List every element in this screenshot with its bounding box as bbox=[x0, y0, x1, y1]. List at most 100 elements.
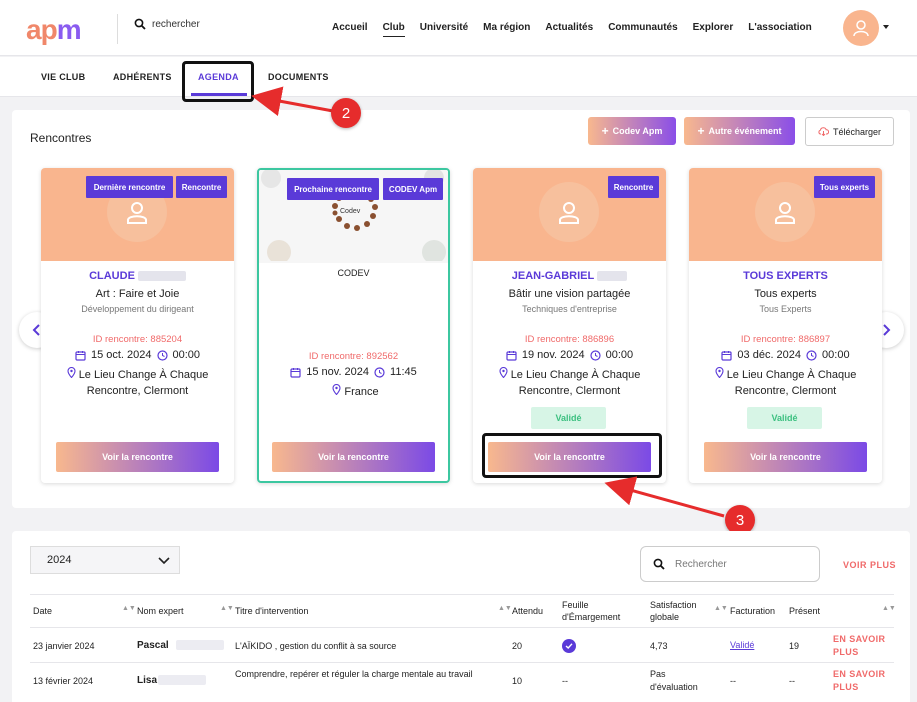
card-title: Bâtir une vision partagée bbox=[508, 288, 631, 300]
card-id: ID rencontre: 886896 bbox=[524, 334, 615, 345]
club-subtabs: VIE CLUB ADHÉRENTS AGENDA DOCUMENTS bbox=[0, 57, 917, 97]
tag-rencontre: Rencontre bbox=[608, 176, 659, 198]
apm-logo[interactable]: apm bbox=[26, 14, 82, 46]
location-pin-icon bbox=[332, 383, 341, 396]
rencontre-card[interactable]: Tous experts TOUS EXPERTS Tous experts T… bbox=[689, 168, 882, 483]
col-attendu[interactable]: Attendu bbox=[512, 605, 550, 617]
table-search-input[interactable]: Rechercher bbox=[640, 546, 820, 582]
cell-date: 23 janvier 2024 bbox=[33, 641, 95, 651]
nav-club[interactable]: Club bbox=[382, 22, 405, 37]
sort-icon[interactable]: ▲▼ bbox=[882, 605, 896, 612]
col-titre[interactable]: Titre d'intervention bbox=[235, 605, 308, 617]
autre-evenement-button[interactable]: + Autre événement bbox=[684, 117, 795, 145]
sort-icon[interactable]: ▲▼ bbox=[714, 605, 728, 612]
nav-ma-region[interactable]: Ma région bbox=[483, 22, 530, 37]
status-badge-valide: Validé bbox=[531, 407, 606, 429]
card-location: Le Lieu Change À Chaque Rencontre, Clerm… bbox=[699, 366, 872, 399]
tag-codev-apm: CODEV Apm bbox=[383, 178, 443, 200]
blurred-lastname bbox=[176, 640, 224, 650]
card-image: Tous experts bbox=[689, 168, 882, 261]
cell-present: 19 bbox=[789, 641, 800, 651]
clock-icon bbox=[374, 366, 385, 378]
header-search[interactable]: rechercher bbox=[134, 18, 200, 30]
col-facturation[interactable]: Facturation bbox=[730, 605, 775, 617]
location-pin-icon bbox=[715, 366, 724, 379]
card-location: Le Lieu Change À Chaque Rencontre, Clerm… bbox=[483, 366, 656, 399]
cell-titre: L'AÏKIDO , gestion du conflit à sa sourc… bbox=[235, 641, 397, 651]
card-image: Rencontre bbox=[473, 168, 666, 261]
cell-attendu: 20 bbox=[512, 641, 523, 651]
cell-present: -- bbox=[789, 676, 795, 686]
blurred-lastname bbox=[597, 271, 628, 282]
cell-expert: Pascal bbox=[137, 640, 169, 651]
card-id: ID rencontre: 885204 bbox=[92, 334, 183, 345]
card-expert-name: JEAN-GABRIEL bbox=[473, 270, 666, 282]
year-select[interactable]: 2024 bbox=[30, 546, 180, 574]
top-navigation-bar: apm rechercher Accueil Club Université M… bbox=[0, 0, 917, 56]
tab-adherents[interactable]: ADHÉRENTS bbox=[113, 72, 172, 82]
search-icon bbox=[653, 558, 665, 570]
nav-accueil[interactable]: Accueil bbox=[332, 22, 368, 37]
annotation-highlight-tab bbox=[182, 61, 254, 102]
card-datetime: 15 nov. 2024 11:45 bbox=[259, 366, 448, 378]
voir-plus-link[interactable]: VOIR PLUS bbox=[843, 560, 896, 570]
table-row[interactable]: 23 janvier 2024 Pascal L'AÏKIDO , gestio… bbox=[30, 629, 894, 663]
main-nav: Accueil Club Université Ma région Actual… bbox=[332, 22, 827, 37]
clock-icon bbox=[590, 349, 601, 361]
user-menu-caret-icon[interactable] bbox=[883, 25, 889, 29]
card-placeholder bbox=[539, 182, 599, 242]
card-location: France bbox=[269, 383, 442, 400]
col-present[interactable]: Présent bbox=[789, 605, 820, 617]
plus-icon: + bbox=[697, 124, 705, 138]
cell-expert: Lisa bbox=[137, 675, 158, 686]
codev-apm-button[interactable]: + Codev Apm bbox=[588, 117, 676, 145]
user-avatar[interactable] bbox=[843, 10, 879, 46]
rencontre-card-selected[interactable]: Codev Prochaine rencontre CODEV Apm CODE… bbox=[257, 168, 450, 483]
annotation-highlight-button bbox=[482, 433, 662, 478]
col-satisfaction[interactable]: Satisfaction globale bbox=[650, 599, 712, 623]
en-savoir-plus-link[interactable]: EN SAVOIR PLUS bbox=[833, 668, 891, 694]
col-nom-expert[interactable]: Nom expert bbox=[137, 605, 184, 617]
card-title: Tous experts bbox=[754, 288, 817, 300]
card-expert-name: TOUS EXPERTS bbox=[743, 270, 828, 282]
nav-actualites[interactable]: Actualités bbox=[545, 22, 593, 37]
tag-prochaine-rencontre: Prochaine rencontre bbox=[287, 178, 379, 200]
card-subtitle: Techniques d'entreprise bbox=[522, 304, 617, 314]
voir-rencontre-button[interactable]: Voir la rencontre bbox=[704, 442, 867, 472]
header-search-input[interactable]: rechercher bbox=[152, 19, 200, 30]
calendar-icon bbox=[721, 350, 733, 361]
card-title: CODEV bbox=[337, 268, 370, 278]
card-image-codev: Codev Prochaine rencontre CODEV Apm bbox=[259, 170, 448, 263]
cell-satisfaction: Pas d'évaluation bbox=[650, 669, 698, 692]
clock-icon bbox=[156, 349, 168, 361]
sort-icon[interactable]: ▲▼ bbox=[498, 605, 512, 612]
cell-facturation-link[interactable]: Validé bbox=[730, 639, 754, 652]
card-title: Art : Faire et Joie bbox=[95, 288, 180, 300]
header-divider bbox=[117, 14, 118, 44]
nav-universite[interactable]: Université bbox=[420, 22, 468, 37]
nav-association[interactable]: L'association bbox=[748, 22, 812, 37]
card-id: ID rencontre: 892562 bbox=[308, 351, 399, 362]
user-placeholder-icon bbox=[127, 202, 147, 224]
rencontre-card[interactable]: Dernière rencontre Rencontre CLAUDE Art … bbox=[41, 168, 234, 483]
card-location: Le Lieu Change À Chaque Rencontre, Clerm… bbox=[51, 366, 224, 399]
nav-communautes[interactable]: Communautés bbox=[608, 22, 677, 37]
sort-icon[interactable]: ▲▼ bbox=[220, 605, 234, 612]
table-row[interactable]: 13 février 2024 Lisa Comprendre, repérer… bbox=[30, 664, 894, 702]
sort-icon[interactable]: ▲▼ bbox=[122, 605, 136, 612]
voir-rencontre-button[interactable]: Voir la rencontre bbox=[272, 442, 435, 472]
tab-documents[interactable]: DOCUMENTS bbox=[268, 72, 329, 82]
user-icon bbox=[853, 20, 869, 37]
search-icon bbox=[134, 18, 146, 30]
telecharger-button[interactable]: Télécharger bbox=[805, 117, 894, 146]
tab-vie-club[interactable]: VIE CLUB bbox=[41, 72, 85, 82]
rencontres-title: Rencontres bbox=[30, 131, 92, 145]
codev-image-text: Codev bbox=[340, 208, 361, 215]
col-emargement[interactable]: Feuille d'Émargement bbox=[562, 599, 640, 623]
blurred-lastname bbox=[158, 675, 206, 685]
col-date[interactable]: Date bbox=[33, 605, 52, 617]
voir-rencontre-button[interactable]: Voir la rencontre bbox=[56, 442, 219, 472]
en-savoir-plus-link[interactable]: EN SAVOIR PLUS bbox=[833, 633, 891, 659]
nav-explorer[interactable]: Explorer bbox=[693, 22, 734, 37]
annotation-badge-2: 2 bbox=[331, 98, 361, 128]
